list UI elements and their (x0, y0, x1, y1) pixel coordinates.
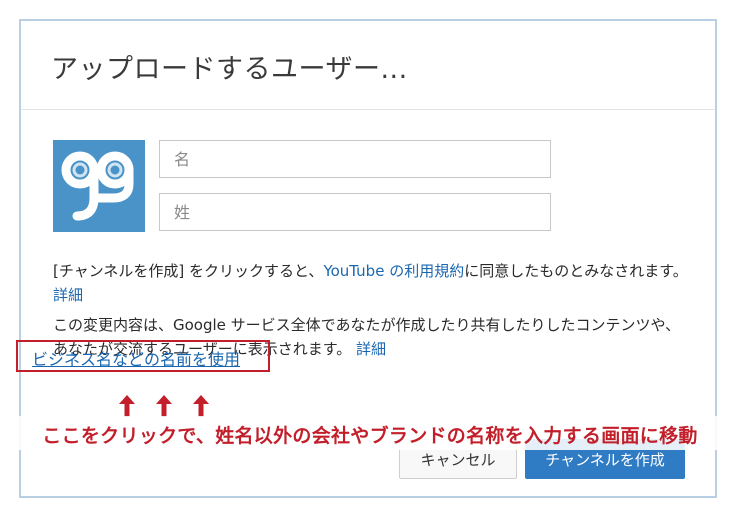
profile-logo (53, 140, 145, 232)
header-divider (21, 109, 715, 110)
up-arrow-icon (193, 395, 209, 417)
business-link-highlight: ビジネス名などの名前を使用 (16, 340, 270, 372)
terms-text-after: に同意したものとみなされます。 (464, 262, 688, 280)
up-arrow-icon (119, 395, 135, 417)
notice-details-link[interactable]: 詳細 (356, 340, 386, 358)
dialog-title: アップロードするユーザー... (51, 54, 408, 85)
logo-icon (53, 140, 145, 232)
terms-text-before: [チャンネルを作成] をクリックすると、 (53, 262, 324, 280)
annotation-text: ここをクリックで、姓名以外の会社やブランドの名称を入力する画面に移動 (42, 425, 698, 447)
terms-details-link[interactable]: 詳細 (53, 286, 83, 304)
up-arrow-icon (156, 395, 172, 417)
tos-link[interactable]: YouTube の利用規約 (323, 262, 464, 280)
business-name-link[interactable]: ビジネス名などの名前を使用 (32, 346, 240, 370)
first-name-input[interactable] (159, 140, 551, 178)
annotation-banner: ここをクリックで、姓名以外の会社やブランドの名称を入力する画面に移動 (0, 416, 740, 450)
last-name-input[interactable] (159, 193, 551, 231)
terms-text: [チャンネルを作成] をクリックすると、YouTube の利用規約に同意したもの… (53, 259, 693, 307)
